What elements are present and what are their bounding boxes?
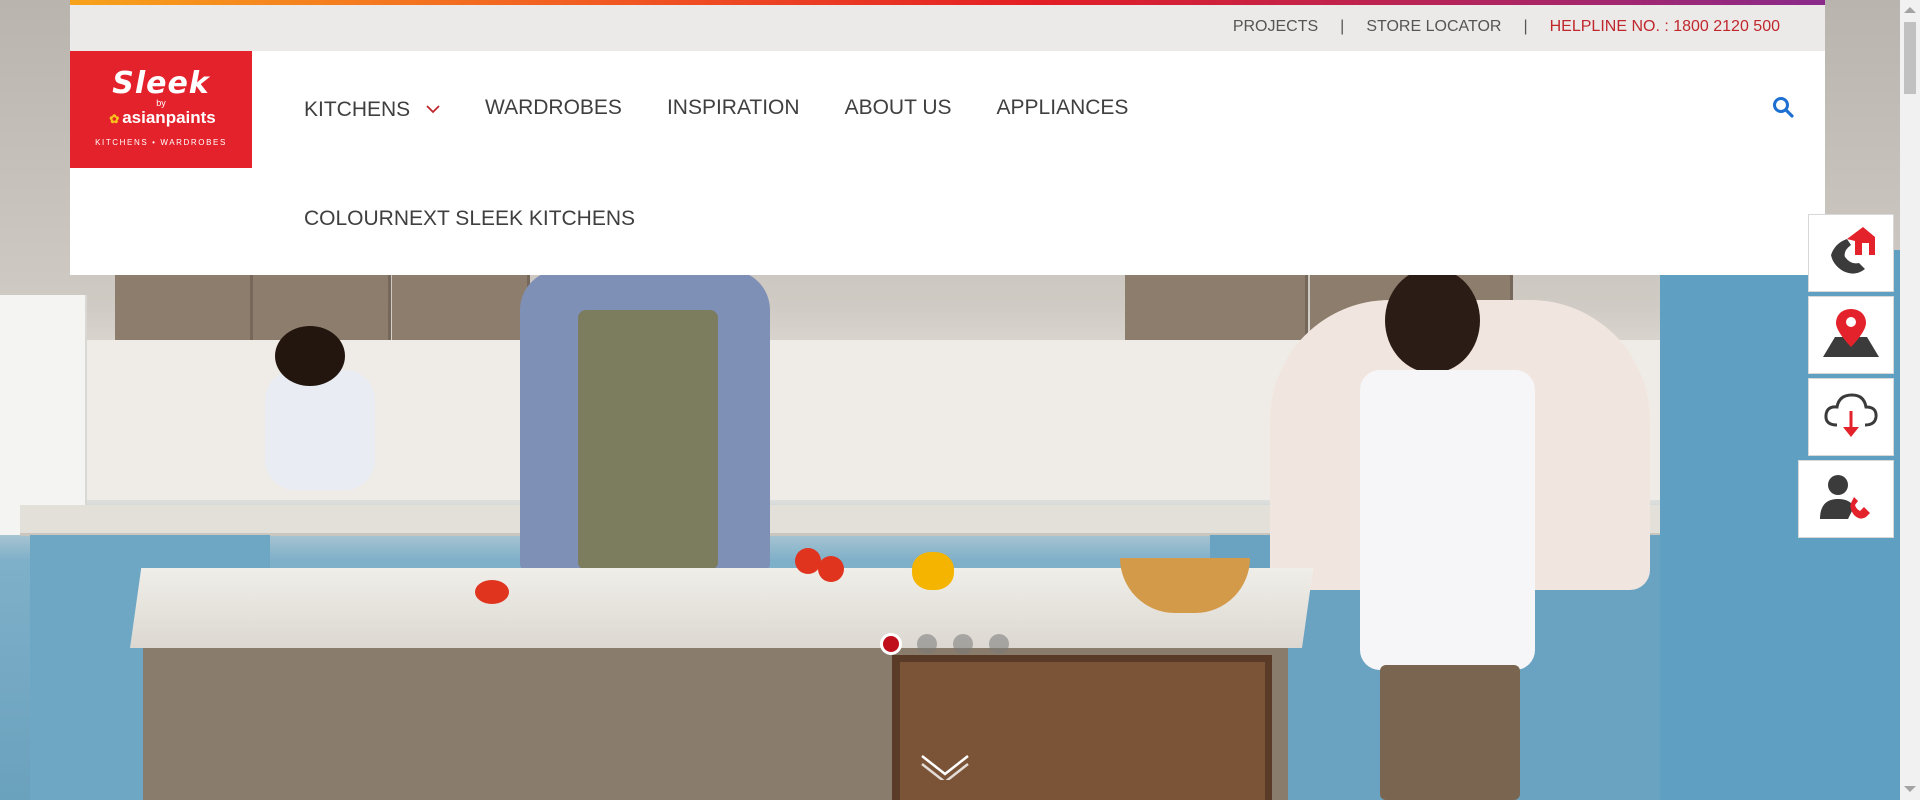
sleek-logo[interactable]: Sleek by ✿ asianpaints KITCHENS • WARDROB… — [70, 51, 252, 168]
nav-item-about-us[interactable]: ABOUT US — [845, 96, 952, 122]
nav-item-label: APPLIANCES — [996, 96, 1129, 119]
main-navigation — [70, 51, 1825, 275]
scroll-up-arrow-icon[interactable] — [1904, 7, 1916, 13]
search-icon[interactable] — [1772, 96, 1794, 118]
asianpaints-flower-icon: ✿ — [109, 112, 120, 126]
store-locator-link[interactable]: STORE LOCATOR — [1366, 18, 1501, 36]
contact-person-icon — [1818, 471, 1874, 528]
nav-item-kitchens[interactable]: KITCHENS — [304, 96, 440, 122]
home-call-icon — [1825, 225, 1877, 282]
carousel-dot-1[interactable] — [883, 636, 899, 652]
location-pin-icon — [1821, 307, 1881, 364]
nav-item-colournext-sleek-kitchens[interactable]: COLOURNEXT SLEEK KITCHENS — [304, 207, 635, 231]
location-button[interactable] — [1808, 296, 1894, 374]
top-utility-bar: PROJECTS | STORE LOCATOR | HELPLINE NO. … — [70, 0, 1825, 51]
nav-item-inspiration[interactable]: INSPIRATION — [667, 96, 800, 122]
logo-tagline: KITCHENS • WARDROBES — [95, 138, 227, 147]
logo-partner: asianpaints — [122, 108, 216, 127]
nav-item-label: WARDROBES — [485, 96, 622, 119]
carousel-dots — [881, 634, 1025, 654]
projects-link[interactable]: PROJECTS — [1233, 18, 1318, 36]
chevron-down-icon[interactable] — [426, 96, 440, 120]
nav-item-wardrobes[interactable]: WARDROBES — [485, 96, 622, 122]
scrollbar-thumb[interactable] — [1904, 22, 1916, 94]
nav-item-appliances[interactable]: APPLIANCES — [997, 96, 1129, 122]
scroll-down-chevron-icon[interactable] — [920, 752, 970, 785]
nav-item-label: INSPIRATION — [666, 96, 800, 119]
scroll-down-arrow-icon[interactable] — [1904, 786, 1916, 792]
separator: | — [1340, 18, 1345, 35]
download-button[interactable] — [1808, 378, 1894, 456]
home-call-button[interactable] — [1808, 214, 1894, 292]
nav-item-label: KITCHENS — [304, 98, 411, 121]
separator: | — [1523, 18, 1528, 35]
logo-brand: Sleek — [112, 66, 210, 101]
carousel-dot-2[interactable] — [917, 634, 937, 654]
carousel-dot-3[interactable] — [953, 634, 973, 654]
nav-item-label: ABOUT US — [844, 96, 952, 119]
nav-menu: KITCHENS WARDROBES INSPIRATION ABOUT US … — [304, 96, 1173, 122]
cloud-download-icon — [1823, 391, 1879, 444]
contact-button[interactable] — [1798, 460, 1894, 538]
carousel-dot-4[interactable] — [989, 634, 1009, 654]
page-scrollbar[interactable] — [1900, 0, 1920, 800]
logo-by: by — [156, 98, 166, 108]
helpline-number[interactable]: HELPLINE NO. : 1800 2120 500 — [1550, 18, 1780, 36]
